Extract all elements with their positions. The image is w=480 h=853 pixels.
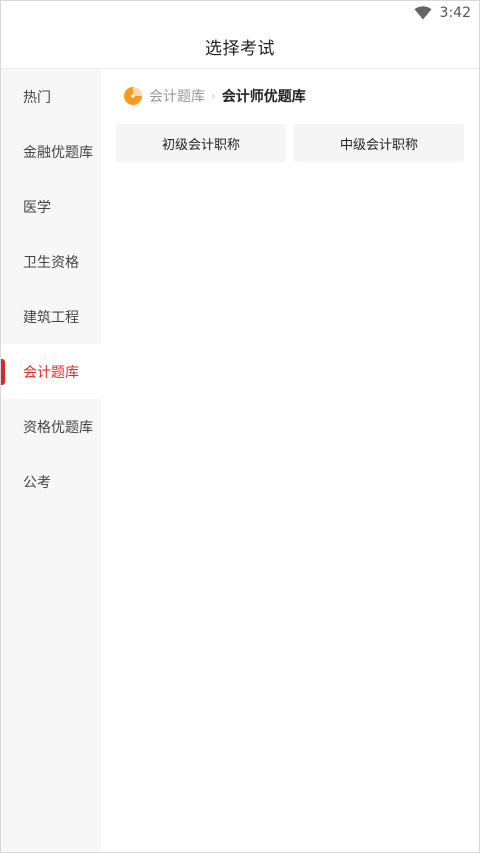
- sidebar-item-label: 会计题库: [23, 364, 79, 381]
- breadcrumb-current: 会计师优题库: [221, 89, 306, 105]
- app-header: 选择考试: [1, 25, 479, 69]
- sidebar-item-qualification[interactable]: 资格优题库: [1, 399, 101, 454]
- exam-option-intermediate-accountant[interactable]: 中级会计职称: [294, 124, 464, 162]
- sidebar-item-hot[interactable]: 热门: [1, 69, 101, 124]
- chevron-right-icon: ›: [211, 89, 216, 103]
- sidebar-item-medicine[interactable]: 医学: [1, 179, 101, 234]
- sidebar-item-finance[interactable]: 金融优题库: [1, 124, 101, 179]
- breadcrumb: 会计题库 › 会计师优题库: [123, 85, 306, 107]
- status-bar: 3:42: [1, 1, 479, 25]
- wifi-icon: [414, 6, 432, 20]
- exam-option-junior-accountant[interactable]: 初级会计职称: [116, 124, 286, 162]
- sidebar-item-label: 热门: [23, 89, 51, 106]
- page-title: 选择考试: [205, 39, 275, 59]
- sidebar-item-label: 卫生资格: [23, 254, 79, 271]
- breadcrumb-parent[interactable]: 会计题库: [149, 86, 205, 106]
- sidebar-item-label: 公考: [23, 474, 51, 491]
- sidebar-item-civil-service[interactable]: 公考: [1, 454, 101, 509]
- app-screen: 3:42 选择考试 热门 金融优题库 医学 卫生资格 建筑工程 会计题库 资格优…: [0, 0, 480, 853]
- sidebar-item-accounting[interactable]: 会计题库: [1, 344, 101, 399]
- status-time: 3:42: [439, 5, 471, 21]
- main-content: 会计题库 › 会计师优题库 初级会计职称 中级会计职称: [101, 69, 479, 852]
- category-sidebar: 热门 金融优题库 医学 卫生资格 建筑工程 会计题库 资格优题库 公考: [1, 69, 101, 852]
- sidebar-item-construction[interactable]: 建筑工程: [1, 289, 101, 344]
- active-indicator: [1, 359, 5, 385]
- sidebar-item-label: 建筑工程: [23, 309, 79, 326]
- sidebar-item-label: 资格优题库: [23, 419, 93, 436]
- exam-option-label: 中级会计职称: [339, 137, 418, 153]
- status-icons: 3:42: [414, 3, 471, 23]
- sidebar-item-health-qualification[interactable]: 卫生资格: [1, 234, 101, 289]
- sidebar-item-label: 医学: [23, 199, 51, 216]
- exam-options: 初级会计职称 中级会计职称: [116, 124, 464, 162]
- exam-option-label: 初级会计职称: [161, 137, 240, 153]
- pie-chart-icon: [124, 87, 142, 105]
- sidebar-item-label: 金融优题库: [23, 144, 93, 161]
